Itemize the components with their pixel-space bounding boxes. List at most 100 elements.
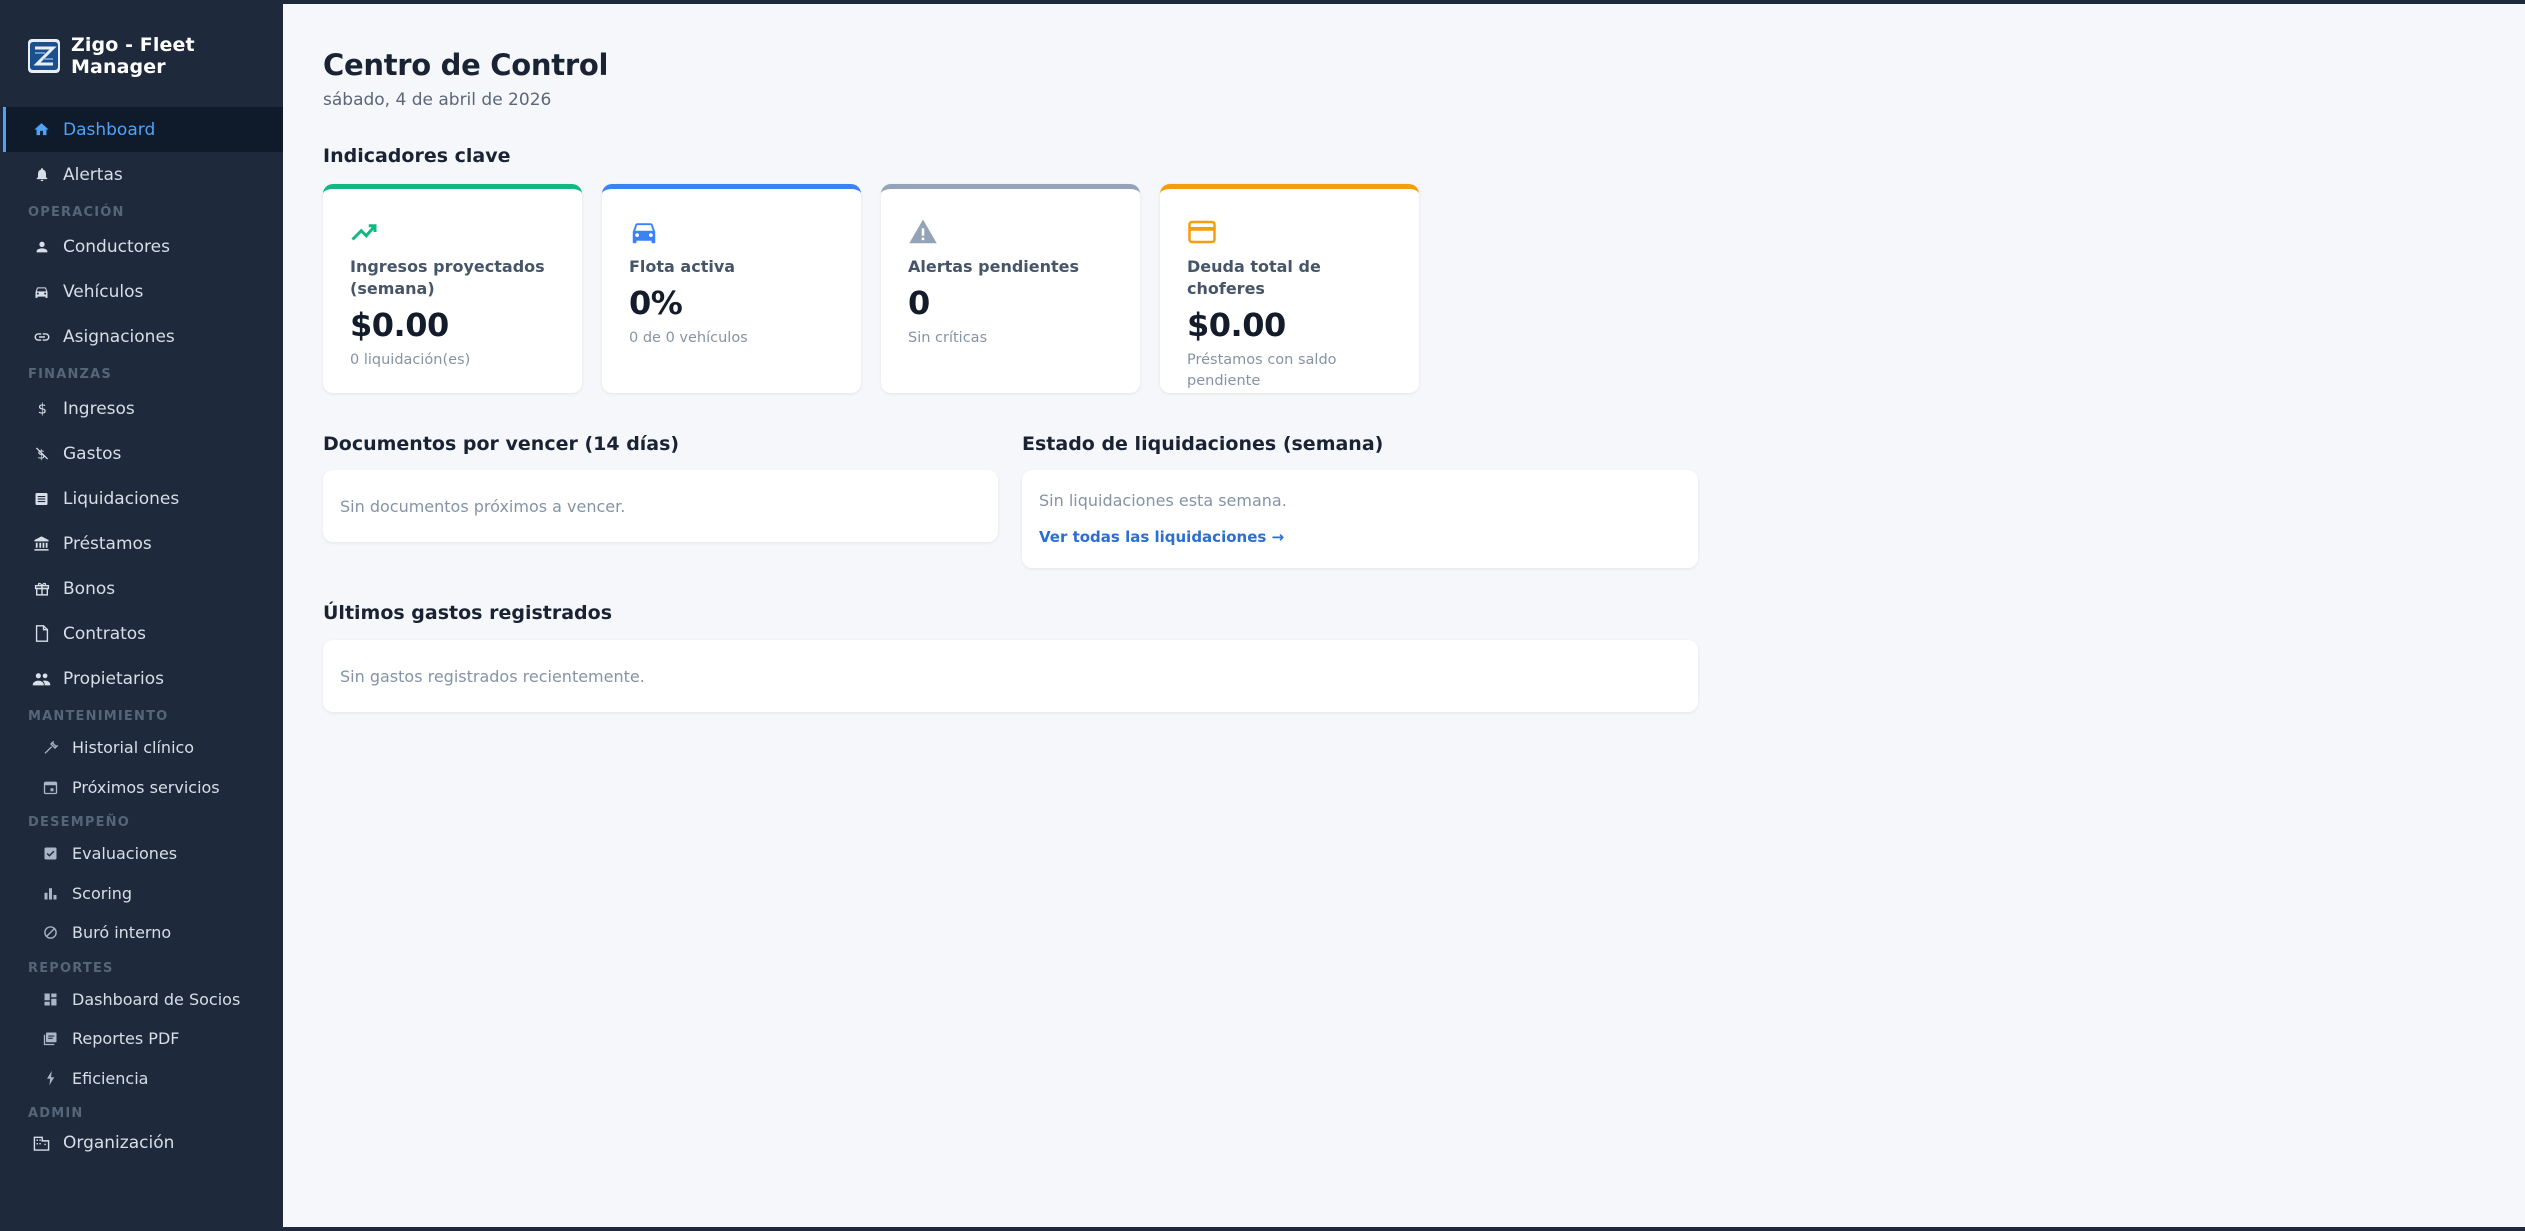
sidebar-item-organizacion[interactable]: Organización: [3, 1125, 283, 1161]
kpi-sub: 0 liquidación(es): [350, 352, 471, 368]
calendar-icon: [41, 778, 60, 797]
kpi-sub: Préstamos con saldo pendiente: [1187, 352, 1337, 389]
sidebar-item-dashboard[interactable]: Dashboard: [3, 107, 283, 152]
sidebar-item-reportes-pdf[interactable]: Reportes PDF: [3, 1019, 283, 1059]
pdf-icon: [41, 1029, 60, 1048]
sidebar-group-reportes: Dashboard de Socios Reportes PDF Eficien…: [3, 980, 283, 1099]
documents-card: Sin documentos próximos a vencer.: [323, 470, 998, 542]
sidebar-section-admin: ADMIN: [28, 1106, 84, 1121]
two-column-row: Documentos por vencer (14 días) Sin docu…: [323, 433, 2525, 568]
kpi-sub: 0 de 0 vehículos: [629, 330, 748, 346]
sidebar-item-prestamos[interactable]: Préstamos: [3, 521, 283, 566]
kpi-value: $0.00: [1187, 306, 1286, 344]
kpi-label: Alertas pendientes: [908, 257, 1080, 276]
car-icon: [629, 217, 659, 247]
sidebar-item-label: Scoring: [72, 883, 133, 903]
sidebar-item-gastos[interactable]: $ Gastos: [3, 431, 283, 476]
sidebar-item-label: Asignaciones: [63, 326, 175, 347]
sidebar-section-reportes: REPORTES: [28, 960, 114, 976]
people-icon: [32, 669, 51, 688]
settlements-heading: Estado de liquidaciones (semana): [1022, 433, 1384, 455]
kpi-label: Ingresos proyectados (semana): [350, 257, 545, 298]
sidebar-item-label: Alertas: [63, 164, 123, 185]
bar-chart-icon: [41, 884, 60, 903]
sidebar-section-desempeno: DESEMPEÑO: [28, 815, 130, 830]
expenses-section: Últimos gastos registrados Sin gastos re…: [323, 602, 1698, 712]
sidebar-item-vehiculos[interactable]: Vehículos: [3, 269, 283, 314]
credit-card-icon: [1187, 217, 1217, 247]
sidebar-item-liquidaciones[interactable]: Liquidaciones: [3, 476, 283, 521]
settlements-card: Sin liquidaciones esta semana. Ver todas…: [1022, 470, 1698, 568]
sidebar-item-label: Eficiencia: [72, 1068, 149, 1088]
documents-heading: Documentos por vencer (14 días): [323, 433, 680, 455]
sidebar-item-proximos-servicios[interactable]: Próximos servicios: [3, 768, 283, 808]
sidebar-item-eficiencia[interactable]: Eficiencia: [3, 1059, 283, 1099]
app-title: Zigo - Fleet Manager: [71, 33, 195, 78]
document-icon: [32, 624, 51, 643]
settlements-section: Estado de liquidaciones (semana) Sin liq…: [1022, 433, 1698, 568]
sidebar-item-scoring[interactable]: Scoring: [3, 874, 283, 914]
main-content: Centro de Control sábado, 4 de abril de …: [283, 4, 2525, 1227]
list-icon: [32, 489, 51, 508]
gift-icon: [32, 579, 51, 598]
checkbox-icon: [41, 844, 60, 863]
sidebar-item-conductores[interactable]: Conductores: [3, 224, 283, 269]
sidebar-item-label: Liquidaciones: [63, 488, 180, 509]
view-all-settlements-link[interactable]: Ver todas las liquidaciones →: [1039, 528, 1681, 546]
sidebar-item-label: Propietarios: [63, 668, 164, 689]
sidebar-item-propietarios[interactable]: Propietarios: [3, 656, 283, 701]
sidebar-group-finanzas: $ Ingresos $ Gastos Liquidaciones Présta…: [3, 386, 283, 701]
kpi-card-alertas[interactable]: Alertas pendientes 0 Sin críticas: [881, 184, 1140, 393]
app-window: Zigo - Fleet Manager Dashboard Alertas O…: [3, 4, 2525, 1227]
sidebar-item-label: Dashboard de Socios: [72, 989, 241, 1009]
sidebar-nav: Dashboard Alertas: [3, 107, 283, 197]
sidebar-item-label: Buró interno: [72, 923, 172, 943]
sidebar-group-admin: Organización: [3, 1125, 283, 1161]
sidebar-item-ingresos[interactable]: $ Ingresos: [3, 386, 283, 431]
sidebar-item-label: Bonos: [63, 578, 116, 599]
sidebar-item-dashboard-socios[interactable]: Dashboard de Socios: [3, 980, 283, 1020]
brand[interactable]: Zigo - Fleet Manager: [3, 4, 283, 107]
sidebar-item-label: Próximos servicios: [72, 777, 220, 797]
kpi-card-deuda[interactable]: Deuda total de choferes $0.00 Préstamos …: [1160, 184, 1419, 393]
documents-section: Documentos por vencer (14 días) Sin docu…: [323, 433, 998, 568]
block-icon: [41, 923, 60, 942]
link-icon: [32, 327, 51, 346]
sidebar-item-label: Reportes PDF: [72, 1029, 180, 1049]
kpi-value: 0%: [629, 284, 683, 322]
sidebar-item-label: Historial clínico: [72, 738, 195, 758]
home-icon: [32, 120, 51, 139]
sidebar-item-label: Préstamos: [63, 533, 152, 554]
documents-empty-text: Sin documentos próximos a vencer.: [340, 496, 626, 516]
settlements-empty-text: Sin liquidaciones esta semana.: [1039, 491, 1287, 510]
sidebar-item-contratos[interactable]: Contratos: [3, 611, 283, 656]
page-date: sábado, 4 de abril de 2026: [323, 90, 552, 110]
sidebar-item-asignaciones[interactable]: Asignaciones: [3, 314, 283, 359]
sidebar-item-label: Contratos: [63, 623, 147, 644]
kpi-heading: Indicadores clave: [323, 145, 511, 167]
sidebar-item-bonos[interactable]: Bonos: [3, 566, 283, 611]
sidebar-item-label: Dashboard: [63, 119, 156, 140]
building-icon: [32, 1134, 51, 1153]
sidebar-group-desempeno: Evaluaciones Scoring Buró interno: [3, 834, 283, 953]
sidebar-section-finanzas: FINANZAS: [28, 367, 112, 382]
expenses-heading: Últimos gastos registrados: [323, 602, 613, 624]
dollar-icon: $: [32, 399, 51, 418]
sidebar: Zigo - Fleet Manager Dashboard Alertas O…: [3, 4, 283, 1227]
sidebar-item-label: Gastos: [63, 443, 122, 464]
trending-up-icon: [350, 217, 380, 247]
sidebar-section-operacion: OPERACIÓN: [28, 205, 125, 220]
kpi-card-ingresos[interactable]: Ingresos proyectados (semana) $0.00 0 li…: [323, 184, 582, 393]
grid-icon: [41, 990, 60, 1009]
sidebar-item-historial-clinico[interactable]: Historial clínico: [3, 728, 283, 768]
sidebar-item-label: Evaluaciones: [72, 844, 178, 864]
sidebar-item-label: Vehículos: [63, 281, 144, 302]
kpi-value: 0: [908, 284, 930, 322]
sidebar-item-label: Organización: [63, 1133, 175, 1153]
sidebar-item-alertas[interactable]: Alertas: [3, 152, 283, 197]
sidebar-item-evaluaciones[interactable]: Evaluaciones: [3, 834, 283, 874]
kpi-card-flota[interactable]: Flota activa 0% 0 de 0 vehículos: [602, 184, 861, 393]
kpi-label: Flota activa: [629, 257, 736, 276]
sidebar-item-buro-interno[interactable]: Buró interno: [3, 913, 283, 953]
kpi-row: Ingresos proyectados (semana) $0.00 0 li…: [323, 184, 2525, 393]
